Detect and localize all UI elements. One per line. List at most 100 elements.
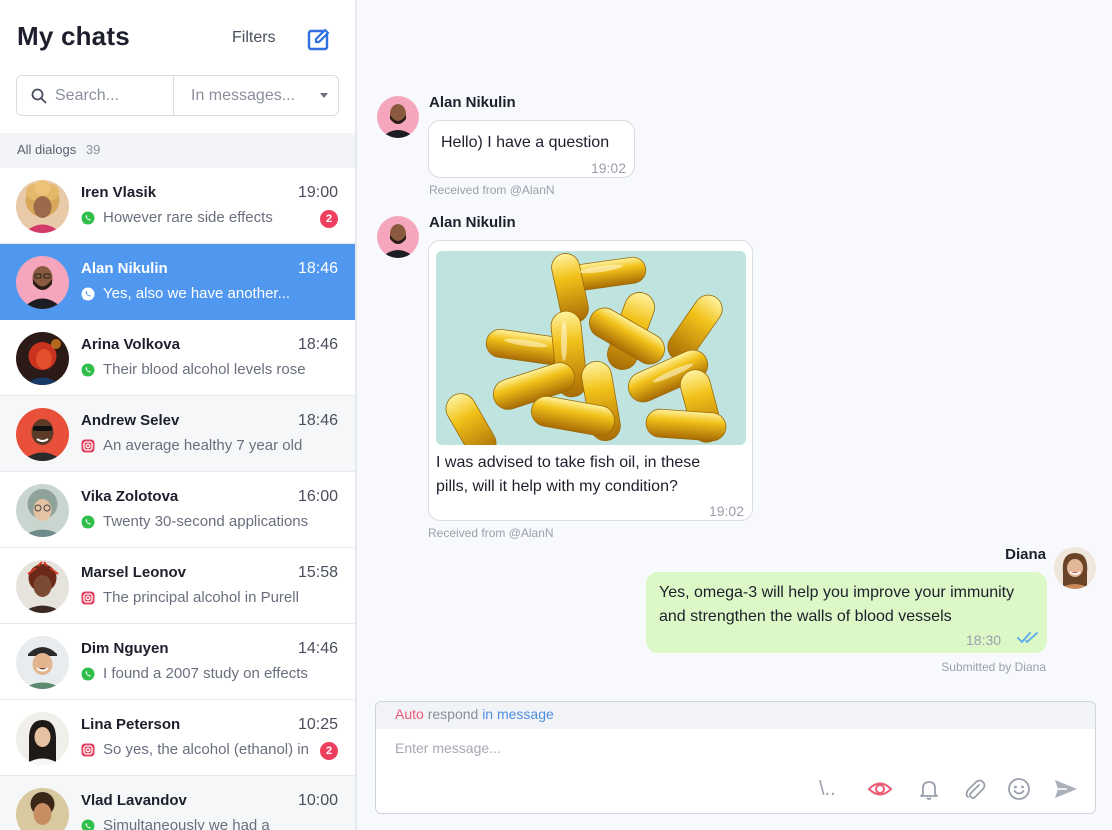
message-input[interactable]: [395, 740, 995, 756]
message-sender: Diana: [1005, 546, 1046, 563]
avatar: [16, 332, 69, 385]
message-meta: Received from @AlanN: [429, 183, 555, 197]
whatsapp-icon: [81, 287, 95, 301]
chat-time: 18:46: [297, 260, 338, 277]
avatar: [16, 408, 69, 461]
eye-icon[interactable]: [867, 776, 893, 802]
chat-item-iren-vlasik[interactable]: Iren Vlasik 19:00 However rare side effe…: [0, 168, 355, 244]
send-icon[interactable]: [1053, 776, 1079, 802]
paperclip-icon[interactable]: [961, 776, 987, 802]
chat-item-lina-peterson[interactable]: Lina Peterson 10:25 So yes, the alcohol …: [0, 700, 355, 776]
all-dialogs-count: 39: [85, 142, 101, 157]
search-field[interactable]: [17, 76, 174, 115]
chat-name: Vlad Lavandov: [81, 792, 187, 809]
message-text: Hello) I have a question: [441, 134, 610, 151]
page-title: My chats: [17, 21, 130, 51]
message-composer: Auto respond in message \..: [375, 701, 1096, 814]
sidebar-header: My chats Filters: [0, 0, 355, 75]
chat-item-alan-nikulin[interactable]: Alan Nikulin 18:46 Yes, also we have ano…: [0, 244, 355, 320]
avatar: [16, 180, 69, 233]
chat-name: Arina Volkova: [81, 336, 180, 353]
chat-time: 18:46: [297, 336, 338, 353]
search-bar: In messages...: [16, 75, 339, 116]
whatsapp-icon: [81, 363, 95, 377]
auto-respond-label: respond: [427, 706, 479, 722]
chat-preview: Twenty 30-second applications: [103, 513, 309, 530]
search-scope-label: In messages...: [191, 86, 296, 104]
compose-icon[interactable]: [306, 26, 332, 52]
all-dialogs-label: All dialogs: [17, 142, 77, 157]
chat-item-vlad-lavandov[interactable]: Vlad Lavandov 10:00 Simultaneously we ha…: [0, 776, 355, 830]
message-meta: Submitted by Diana: [941, 660, 1046, 674]
unread-badge: 2: [320, 742, 338, 760]
chat-item-arina-volkova[interactable]: Arina Volkova 18:46 Their blood alcohol …: [0, 320, 355, 396]
chat-name: Marsel Leonov: [81, 564, 187, 581]
fish-oil-capsules-image[interactable]: [436, 251, 746, 445]
emoji-icon[interactable]: [1006, 776, 1032, 802]
avatar: [16, 256, 69, 309]
instagram-icon: [81, 439, 95, 453]
chat-time: 10:00: [297, 792, 338, 809]
message-bubble: Hello) I have a question 19:02: [428, 120, 635, 178]
instagram-icon: [81, 743, 95, 757]
chat-name: Vika Zolotova: [81, 488, 179, 505]
chat-list: Iren Vlasik 19:00 However rare side effe…: [0, 168, 355, 830]
chat-preview: However rare side effects: [103, 209, 273, 226]
message-text: Yes, omega-3 will help you improve your …: [659, 584, 1015, 625]
messenger-app: My chats Filters In messages... All dial: [0, 0, 1112, 830]
conversation-panel: Alan Nikulin Hello) I have a question 19…: [357, 0, 1112, 830]
double-check-icon: [1017, 632, 1038, 643]
avatar: [16, 712, 69, 765]
search-input[interactable]: [55, 86, 165, 105]
chat-time: 14:46: [297, 640, 338, 657]
all-dialogs-header[interactable]: All dialogs 39: [0, 133, 355, 168]
message-time: 19:02: [708, 503, 744, 519]
avatar: [16, 788, 69, 830]
chat-name: Andrew Selev: [81, 412, 180, 429]
chat-name: Dim Nguyen: [81, 640, 169, 657]
in-message-link[interactable]: in message: [482, 706, 554, 722]
filters-button[interactable]: Filters: [232, 29, 276, 47]
chat-preview: So yes, the alcohol (ethanol) in: [103, 741, 309, 758]
message-time: 18:30: [966, 632, 1002, 648]
chevron-down-icon: [320, 93, 328, 98]
avatar: [377, 96, 419, 138]
message-sender: Alan Nikulin: [429, 94, 516, 111]
message-bubble: I was advised to take fish oil, in these…: [428, 240, 753, 521]
whatsapp-icon: [81, 211, 95, 225]
chat-time: 19:00: [297, 184, 338, 201]
message-time: 19:02: [590, 160, 626, 176]
chat-preview: Yes, also we have another...: [103, 285, 291, 302]
auto-respond-bar: Auto respond in message: [376, 702, 1095, 729]
chat-time: 16:00: [297, 488, 338, 505]
chat-item-marsel-leonov[interactable]: Marsel Leonov 15:58 The principal alcoho…: [0, 548, 355, 624]
chat-item-dim-nguyen[interactable]: Dim Nguyen 14:46 I found a 2007 study on…: [0, 624, 355, 700]
search-icon: [31, 88, 47, 103]
whatsapp-icon: [81, 667, 95, 681]
chat-item-vika-zolotova[interactable]: Vika Zolotova 16:00 Twenty 30-second app…: [0, 472, 355, 548]
chat-preview: I found a 2007 study on effects: [103, 665, 308, 682]
whatsapp-icon: [81, 515, 95, 529]
chat-preview: Their blood alcohol levels rose: [103, 361, 306, 378]
auto-respond-toggle[interactable]: Auto: [395, 706, 424, 722]
avatar: [16, 484, 69, 537]
message-meta: Received from @AlanN: [428, 526, 554, 540]
chat-name: Iren Vlasik: [81, 184, 157, 201]
chat-name: Lina Peterson: [81, 716, 181, 733]
message-text: I was advised to take fish oil, in these…: [436, 454, 701, 495]
chat-preview: An average healthy 7 year old: [103, 437, 303, 454]
whatsapp-icon: [81, 819, 95, 830]
search-scope-dropdown[interactable]: In messages...: [174, 76, 338, 115]
chat-item-andrew-selev[interactable]: Andrew Selev 18:46 An average healthy 7 …: [0, 396, 355, 472]
avatar: [16, 636, 69, 689]
chat-name: Alan Nikulin: [81, 260, 168, 277]
template-button[interactable]: \..: [819, 776, 853, 802]
bell-icon[interactable]: [916, 776, 942, 802]
avatar: [377, 216, 419, 258]
unread-badge: 2: [320, 210, 338, 228]
chat-preview: The principal alcohol in Purell: [103, 589, 299, 606]
message-bubble: Yes, omega-3 will help you improve your …: [646, 572, 1047, 653]
chat-time: 10:25: [297, 716, 338, 733]
chat-sidebar: My chats Filters In messages... All dial: [0, 0, 357, 830]
avatar: [1054, 547, 1096, 589]
